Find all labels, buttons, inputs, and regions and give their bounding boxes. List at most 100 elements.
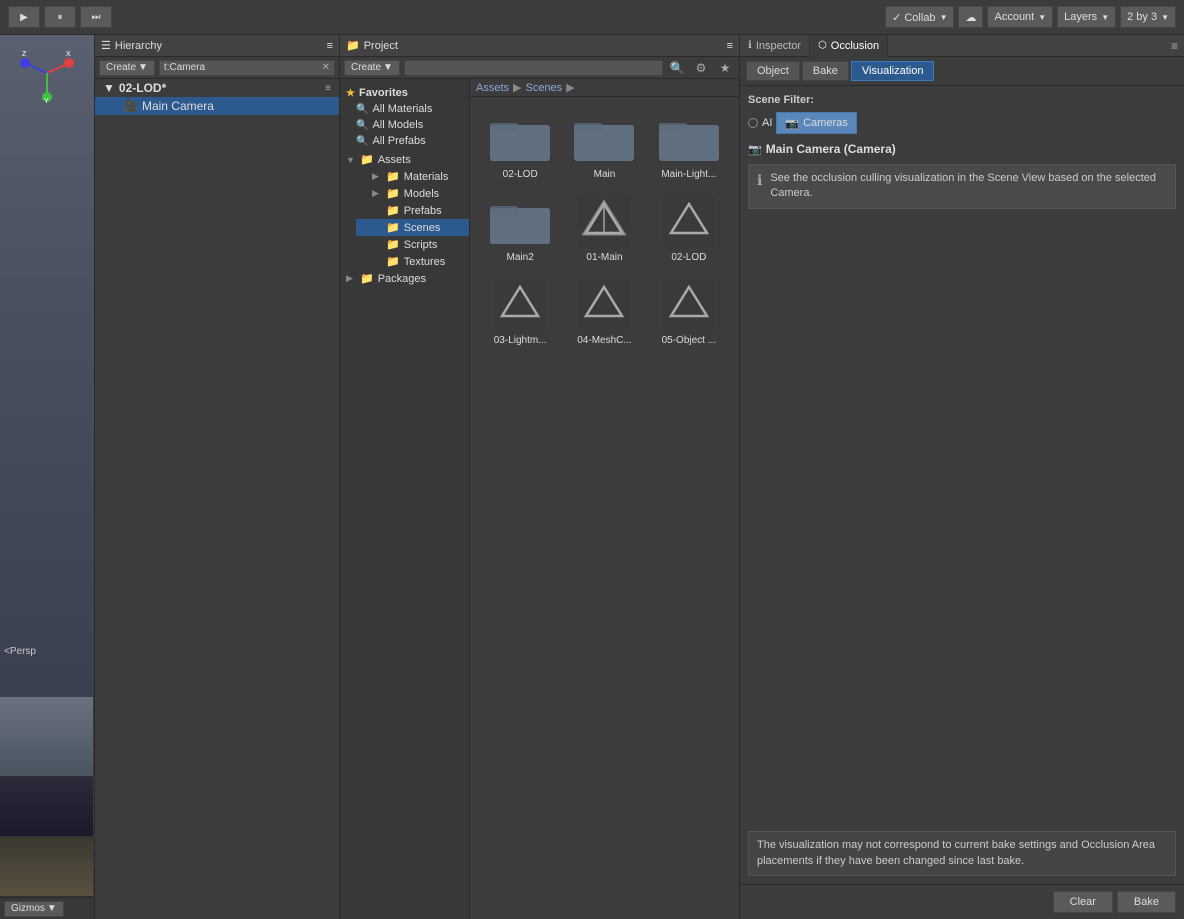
scene-canvas[interactable]: X Z Y <Persp	[0, 35, 94, 697]
04-meshc-label: 04-MeshC...	[577, 335, 631, 346]
filter-all-radio[interactable]: AI	[748, 117, 772, 129]
file-04-meshc[interactable]: 04-MeshC...	[566, 275, 642, 350]
fav-all-materials[interactable]: 🔍 All Materials	[340, 101, 469, 117]
file-01-main[interactable]: 01-Main	[566, 192, 642, 267]
05-object-label: 05-Object ...	[662, 335, 716, 346]
account-dropdown[interactable]: Account ▼	[987, 6, 1053, 28]
info-icon: ℹ	[757, 172, 762, 189]
tree-textures[interactable]: 📁 Textures	[356, 253, 469, 270]
02-lod-folder-label: 02-LOD	[503, 169, 538, 180]
assets-tree-root[interactable]: ▼ 📁 Assets	[340, 151, 469, 168]
project-menu-btn[interactable]: ≡	[727, 40, 733, 52]
layers-dropdown[interactable]: Layers ▼	[1057, 6, 1116, 28]
tree-models[interactable]: ▶ 📁 Models	[356, 185, 469, 202]
packages-folder-icon: 📁	[360, 272, 374, 285]
tabs-menu-button[interactable]: ≡	[1165, 39, 1184, 53]
fav-materials-label: All Materials	[372, 103, 432, 115]
layout-arrow: ▼	[1161, 13, 1169, 22]
prefabs-label: Prefabs	[404, 205, 442, 217]
file-main-folder[interactable]: Main	[566, 109, 642, 184]
tree-prefabs[interactable]: 📁 Prefabs	[356, 202, 469, 219]
fav-all-prefabs[interactable]: 🔍 All Prefabs	[340, 133, 469, 149]
scene-filter-label: Scene Filter:	[748, 94, 814, 106]
hierarchy-scene-node[interactable]: ▼ 02-LOD* ≡	[95, 79, 339, 97]
project-filter-btn[interactable]: ⚙	[691, 60, 711, 76]
pause-button[interactable]: ⏸	[44, 6, 76, 28]
scene-filter-section: Scene Filter: AI 📷 Cameras	[748, 94, 1176, 134]
collab-dropdown[interactable]: ✓ Collab ▼	[885, 6, 954, 28]
cloud-button[interactable]: ☁	[958, 6, 983, 28]
file-02-lod-folder[interactable]: 02-LOD	[482, 109, 558, 184]
breadcrumb-sep1: ▶	[513, 81, 521, 94]
subtabs-bar: Object Bake Visualization	[740, 57, 1184, 86]
favorites-label: Favorites	[359, 87, 408, 99]
tree-materials[interactable]: ▶ 📁 Materials	[356, 168, 469, 185]
inspector-body: Scene Filter: AI 📷 Cameras 📷 Main Camera	[740, 86, 1184, 884]
layout-dropdown[interactable]: 2 by 3 ▼	[1120, 6, 1176, 28]
inspector-tab-icon: ℹ	[748, 40, 752, 51]
hierarchy-search-box[interactable]: t:Camera ✕	[159, 60, 335, 76]
camera-header-icon: 📷	[748, 143, 762, 156]
fav-all-models[interactable]: 🔍 All Models	[340, 117, 469, 133]
hierarchy-item-main-camera[interactable]: 🎥 Main Camera	[95, 97, 339, 115]
hierarchy-search-clear[interactable]: ✕	[322, 62, 330, 73]
scene-name: 02-LOD*	[119, 81, 166, 95]
filter-cameras-button[interactable]: 📷 Cameras	[776, 112, 856, 134]
search-icon-models: 🔍	[356, 120, 368, 131]
project-header: 📁 Project ≡	[340, 35, 739, 57]
hierarchy-panel: ☰ Hierarchy ≡ Create ▼ t:Camera ✕ ▼ 02-L…	[95, 35, 340, 919]
subtab-visualization[interactable]: Visualization	[851, 61, 935, 81]
03-lightm-label: 03-Lightm...	[494, 335, 547, 346]
subtab-bake[interactable]: Bake	[802, 61, 849, 81]
scene-filter-row: Scene Filter:	[748, 94, 1176, 106]
clear-button[interactable]: Clear	[1053, 891, 1113, 913]
breadcrumb-scenes[interactable]: Scenes	[525, 82, 562, 94]
packages-label: Packages	[378, 273, 426, 285]
svg-text:X: X	[66, 51, 71, 58]
file-05-object[interactable]: 05-Object ...	[651, 275, 727, 350]
info-text: See the occlusion culling visualization …	[770, 171, 1167, 202]
search-icon-prefabs: 🔍	[356, 136, 368, 147]
camera-filter-icon: 📷	[785, 117, 799, 130]
assets-folder-icon: 📁	[360, 153, 374, 166]
star-icon: ★	[346, 88, 355, 99]
favorites-header[interactable]: ★ Favorites	[340, 85, 469, 101]
account-label: Account	[994, 11, 1034, 23]
project-toolbar: Create ▼ 🔍 ⚙ ★	[340, 57, 739, 79]
models-label: Models	[404, 188, 439, 200]
materials-arrow: ▶	[372, 171, 382, 182]
hierarchy-header: ☰ Hierarchy ≡	[95, 35, 339, 57]
project-icon: 📁	[346, 39, 360, 52]
tree-scenes[interactable]: 📁 Scenes	[356, 219, 469, 236]
05-object-unity-icon	[657, 279, 721, 331]
play-button[interactable]: ▶	[8, 6, 40, 28]
tree-scripts[interactable]: 📁 Scripts	[356, 236, 469, 253]
file-main2-folder[interactable]: Main2	[482, 192, 558, 267]
project-main-area: Assets ▶ Scenes ▶	[470, 79, 739, 919]
file-02-lod-unity[interactable]: 02-LOD	[651, 192, 727, 267]
file-main-light-folder[interactable]: Main-Light...	[651, 109, 727, 184]
hierarchy-create-button[interactable]: Create ▼	[99, 60, 155, 76]
project-create-button[interactable]: Create ▼	[344, 60, 400, 76]
project-search-icon-btn[interactable]: 🔍	[667, 60, 687, 76]
hierarchy-options-icon: ≡	[325, 83, 331, 94]
bake-button[interactable]: Bake	[1117, 891, 1176, 913]
file-03-lightm[interactable]: 03-Lightm...	[482, 275, 558, 350]
inspector-tab-label: Inspector	[756, 40, 801, 52]
01-main-unity-icon	[572, 196, 636, 248]
04-meshc-unity-icon	[572, 279, 636, 331]
subtab-object[interactable]: Object	[746, 61, 800, 81]
tab-occlusion[interactable]: ⬡ Occlusion	[810, 35, 888, 57]
main-layout: X Z Y <Persp Gizmos ▼ ☰ Hierarchy ≡	[0, 35, 1184, 919]
project-star-btn[interactable]: ★	[715, 60, 735, 76]
hierarchy-icon: ☰	[101, 39, 111, 52]
main-light-folder-label: Main-Light...	[661, 169, 716, 180]
project-search-input[interactable]	[404, 60, 663, 76]
packages-tree-root[interactable]: ▶ 📁 Packages	[340, 270, 469, 287]
step-button[interactable]: ⏭	[80, 6, 112, 28]
filter-all-label: AI	[762, 117, 772, 129]
gizmos-button[interactable]: Gizmos ▼	[4, 901, 64, 917]
tab-inspector[interactable]: ℹ Inspector	[740, 35, 810, 57]
breadcrumb-assets[interactable]: Assets	[476, 82, 509, 94]
hierarchy-menu-btn[interactable]: ≡	[327, 40, 333, 52]
